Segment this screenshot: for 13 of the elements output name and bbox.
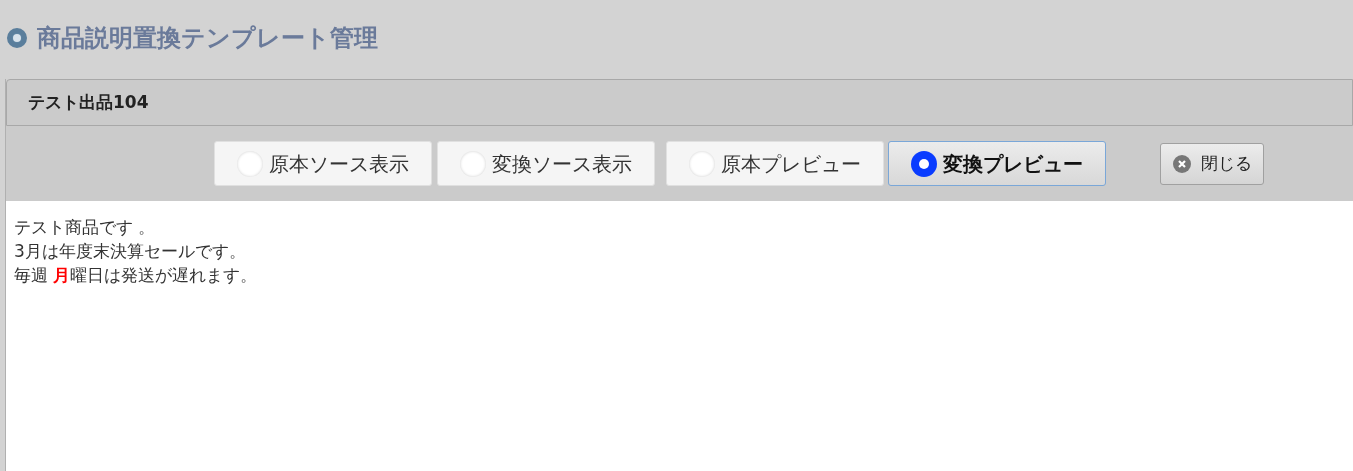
close-icon <box>1172 154 1191 173</box>
view-option-button[interactable]: 変換プレビュー <box>888 141 1106 186</box>
view-option-button[interactable]: 原本プレビュー <box>666 141 884 186</box>
bullet-icon <box>7 28 27 48</box>
page-title: 商品説明置換テンプレート管理 <box>37 23 378 54</box>
view-option-button[interactable]: 原本ソース表示 <box>214 141 432 186</box>
preview-text-line: 毎週 月曜日は発送が遅れます。 <box>14 265 258 285</box>
radio-icon <box>911 150 937 177</box>
close-button[interactable]: 閉じる <box>1160 142 1264 185</box>
preview-text-line: 3月は年度末決算セールです。 <box>14 241 246 261</box>
panel-title: テスト出品104 <box>28 90 149 114</box>
view-option-button[interactable]: 変換ソース表示 <box>437 141 655 186</box>
preview-text-line: テスト商品です 。 <box>14 217 156 237</box>
